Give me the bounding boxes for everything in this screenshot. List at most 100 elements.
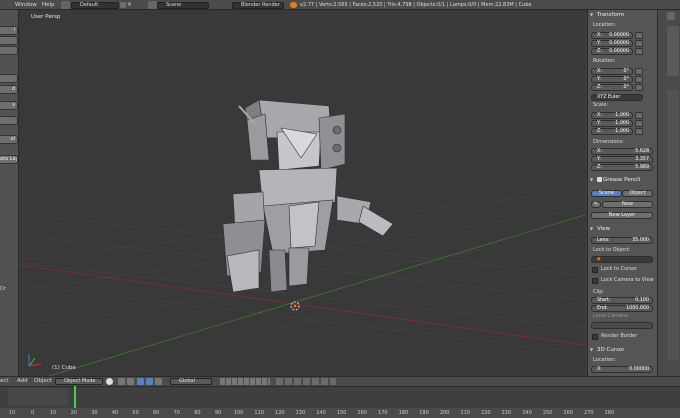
gp-scene-button[interactable]: Scene [591, 190, 622, 197]
grease-pencil-checkbox[interactable] [597, 177, 602, 182]
pivot-icon[interactable] [118, 378, 125, 385]
lock-object-field[interactable]: ◆ [591, 256, 653, 263]
layer-buttons[interactable] [220, 378, 270, 385]
snap-tools[interactable] [276, 378, 336, 385]
lock-icon[interactable] [635, 84, 643, 91]
gp-object-button[interactable]: Object [622, 190, 653, 197]
frame-tick-label: 270 [584, 410, 594, 416]
layout-selector[interactable]: Default [71, 1, 119, 9]
frame-tick-label: 110 [254, 410, 264, 416]
lock-icon[interactable] [635, 32, 643, 39]
frame-tick-label: 10 [50, 410, 57, 416]
frame-tick-label: 210 [460, 410, 470, 416]
cursor-location-label: Location: [593, 357, 616, 363]
location-x-field[interactable]: X: 0.00000 [591, 32, 633, 39]
lens-field[interactable]: Lens: 35.000 [591, 237, 653, 244]
frame-tick-label: 240 [522, 410, 532, 416]
view-header[interactable]: View [589, 225, 655, 233]
tool-button-4[interactable] [0, 74, 18, 83]
manipulator-icon[interactable] [127, 378, 134, 385]
pencil-icon[interactable]: ✎ [591, 201, 601, 208]
lock-icon[interactable] [635, 112, 643, 119]
render-engine-selector[interactable]: Blender Render [232, 1, 284, 9]
rotate-icon[interactable] [146, 378, 153, 385]
add-layout-icon[interactable] [120, 2, 126, 8]
lock-icon[interactable] [635, 128, 643, 135]
properties-tabs[interactable] [667, 26, 679, 76]
frame-tick-label: 200 [439, 410, 450, 416]
scale-label: Scale: [593, 102, 609, 108]
frame-tick-label: 220 [481, 410, 491, 416]
frame-tick-label: 80 [194, 410, 201, 416]
mode-selector[interactable]: Object Mode [55, 377, 103, 385]
tool-button-8[interactable]: al [0, 135, 18, 144]
tool-button-data-layout[interactable]: ata Layo [0, 155, 18, 164]
menu-object-partial[interactable]: ect [0, 377, 9, 385]
cursor-x-field[interactable]: X: 0.00000 [591, 366, 653, 373]
rotation-y-field[interactable]: Y: 0° [591, 76, 633, 83]
dimension-x-field[interactable]: X: 5.628 [591, 148, 653, 155]
frame-tick-label: 130 [295, 410, 306, 416]
location-y-field[interactable]: Y: 0.00000 [591, 40, 633, 47]
lock-icon[interactable] [635, 76, 643, 83]
local-camera-field[interactable] [591, 322, 653, 329]
menu-object[interactable]: Object [34, 377, 52, 385]
screen-layout-icon[interactable] [61, 1, 70, 9]
tool-button-1[interactable]: l [0, 26, 18, 35]
rotation-x-field[interactable]: X: 0° [591, 68, 633, 75]
clip-start-field[interactable]: Start: 0.100 [591, 297, 653, 304]
lock-icon[interactable] [635, 68, 643, 75]
scale-z-field[interactable]: Z: 1.000 [591, 128, 633, 135]
clip-end-field[interactable]: End: 1000.000 [591, 305, 653, 312]
scale-x-field[interactable]: X: 1.000 [591, 112, 633, 119]
translate-icon[interactable] [137, 378, 144, 385]
rotation-label: Rotation: [593, 58, 616, 64]
tool-button-6[interactable]: s [0, 101, 18, 110]
tool-button-7[interactable] [0, 116, 18, 125]
origin-dot-icon [293, 304, 297, 308]
scene-statistics: v2.77 | Verts:2,565 | Faces:2,520 | Tris… [300, 2, 532, 8]
frame-tick-label: 250 [542, 410, 553, 416]
shading-sphere-icon[interactable] [106, 378, 113, 385]
frame-tick-label: 190 [419, 410, 429, 416]
tool-button-2[interactable] [0, 36, 18, 45]
menu-window[interactable]: Window [15, 1, 37, 9]
location-z-field[interactable]: Z: 0.00000 [591, 48, 633, 55]
frame-tick-label: 160 [357, 410, 367, 416]
scene-icon[interactable] [148, 1, 157, 9]
close-layout-icon[interactable]: × [127, 2, 133, 8]
editor-type-icon[interactable] [667, 12, 675, 20]
dimension-z-field[interactable]: Z: 5.989 [591, 164, 653, 171]
gp-new-button[interactable]: New [602, 201, 653, 208]
menu-add[interactable]: Add [17, 377, 28, 385]
tool-button-3[interactable] [0, 46, 18, 55]
lock-cursor-checkbox[interactable] [592, 267, 598, 273]
rotation-mode-dropdown[interactable]: XYZ Euler [591, 94, 643, 101]
frame-tick-label: 70 [173, 410, 180, 416]
lock-icon[interactable] [635, 40, 643, 47]
rotation-z-field[interactable]: Z: 0° [591, 84, 633, 91]
3d-cursor-header[interactable]: 3D Cursor [589, 346, 655, 354]
transform-orientation[interactable]: Global [170, 377, 212, 385]
menu-help[interactable]: Help [42, 1, 55, 9]
frame-tick-label: 0 [31, 410, 35, 416]
dimension-y-field[interactable]: Y: 3.357 [591, 156, 653, 163]
gp-new-layer-button[interactable]: New Layer [591, 212, 653, 219]
tool-shelf-label: Dr [0, 286, 6, 292]
tool-button-5[interactable]: d [0, 85, 18, 94]
scale-icon[interactable] [155, 378, 162, 385]
frame-tick-label: 40 [111, 410, 119, 416]
lock-camera-checkbox[interactable] [592, 278, 598, 284]
scene-selector[interactable]: Scene [157, 1, 209, 9]
frame-tick-label: 140 [316, 410, 326, 416]
3d-viewport[interactable]: User Persp (1) Cube [19, 10, 585, 376]
local-camera-label: Local Camera: [593, 313, 629, 319]
frame-tick-label: 280 [604, 410, 615, 416]
lock-icon[interactable] [635, 48, 643, 55]
render-border-checkbox[interactable] [592, 334, 598, 340]
frame-tick-label: 230 [501, 410, 512, 416]
lock-icon[interactable] [635, 120, 643, 127]
scale-y-field[interactable]: Y: 1.000 [591, 120, 633, 127]
transform-header[interactable]: Transform [589, 11, 655, 19]
frame-tick-label: 120 [275, 410, 285, 416]
